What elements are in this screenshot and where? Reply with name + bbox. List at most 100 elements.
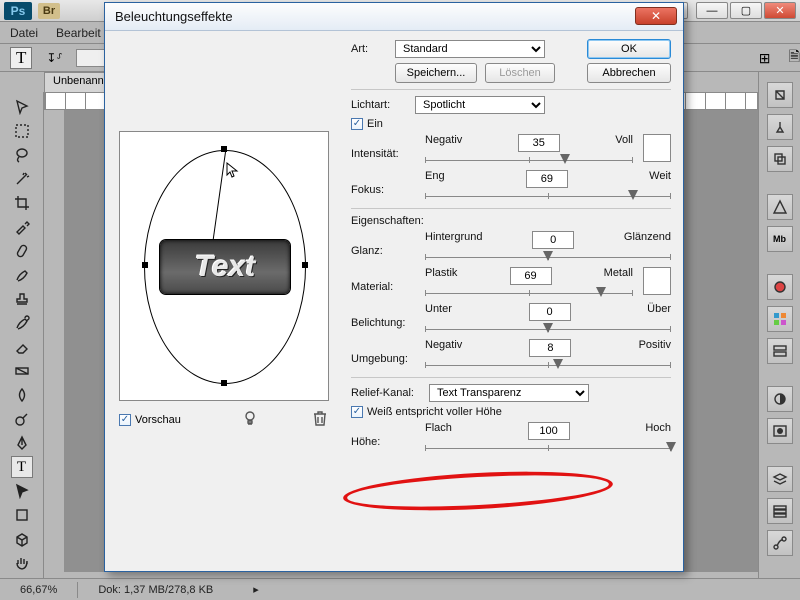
exposure-right-label: Über: [647, 303, 671, 321]
dialog-titlebar[interactable]: Beleuchtungseffekte ✕: [105, 3, 683, 31]
ellipse-handle-s[interactable]: [221, 380, 227, 386]
brush-panel-icon[interactable]: [767, 114, 793, 140]
eraser-tool[interactable]: [11, 336, 33, 358]
trash-icon[interactable]: [311, 409, 329, 430]
material-label: Material:: [351, 267, 415, 293]
texture-channel-combo[interactable]: Text Transparenz: [429, 384, 589, 402]
exposure-left-label: Unter: [425, 303, 452, 321]
white-is-high-label: Weiß entspricht voller Höhe: [367, 406, 502, 418]
light-on-checkbox[interactable]: Ein: [351, 118, 671, 130]
white-is-high-checkbox[interactable]: Weiß entspricht voller Höhe: [351, 406, 671, 418]
dodge-tool[interactable]: [11, 408, 33, 430]
status-expand-icon[interactable]: ▸: [253, 583, 259, 596]
ambience-slider[interactable]: [425, 357, 671, 371]
intensity-value-field[interactable]: [518, 134, 560, 152]
lightbulb-icon[interactable]: [241, 409, 259, 430]
clone-panel-icon[interactable]: [767, 146, 793, 172]
intensity-right-label: Voll: [615, 134, 633, 152]
ellipse-handle-w[interactable]: [142, 262, 148, 268]
app-maximize-button[interactable]: ▢: [730, 2, 762, 19]
swatches-panel-icon[interactable]: [767, 306, 793, 332]
height-slider[interactable]: [425, 440, 671, 454]
dialog-title: Beleuchtungseffekte: [115, 9, 233, 24]
height-left-label: Flach: [425, 422, 452, 440]
type-tool[interactable]: T: [11, 456, 33, 478]
marquee-tool[interactable]: [11, 120, 33, 142]
light-type-combo[interactable]: Spotlicht: [415, 96, 545, 114]
pen-tool[interactable]: [11, 432, 33, 454]
doc-size-info[interactable]: Dok: 1,37 MB/278,8 KB: [98, 584, 213, 596]
preview-box[interactable]: Text: [119, 131, 329, 401]
delete-style-button[interactable]: Löschen: [485, 63, 555, 83]
mb-panel-icon[interactable]: Mb: [767, 226, 793, 252]
material-left-label: Plastik: [425, 267, 457, 285]
color-panel-icon[interactable]: [767, 274, 793, 300]
gloss-slider[interactable]: [425, 249, 671, 263]
styles-panel-icon[interactable]: [767, 338, 793, 364]
move-tool[interactable]: [11, 96, 33, 118]
bridge-badge[interactable]: Br: [38, 3, 60, 19]
brush-tool[interactable]: [11, 264, 33, 286]
layers-panel-icon[interactable]: [767, 466, 793, 492]
screen-mode-icon[interactable]: ⊞: [759, 50, 775, 66]
height-value-field[interactable]: [528, 422, 570, 440]
masks-panel-icon[interactable]: [767, 418, 793, 444]
tool-preset-icon[interactable]: T: [10, 47, 32, 69]
app-close-button[interactable]: ✕: [764, 2, 796, 19]
tools-panel: T: [0, 92, 44, 600]
intensity-color-swatch[interactable]: [643, 134, 671, 162]
material-right-label: Metall: [604, 267, 633, 285]
menu-file[interactable]: Datei: [10, 26, 38, 40]
zoom-level[interactable]: 66,67%: [20, 584, 57, 596]
paths-panel-icon[interactable]: [767, 530, 793, 556]
cancel-button[interactable]: Abbrechen: [587, 63, 671, 83]
preview-checkbox[interactable]: Vorschau: [119, 414, 181, 426]
path-select-tool[interactable]: [11, 480, 33, 502]
ambience-label: Umgebung:: [351, 339, 415, 365]
3d-tool[interactable]: [11, 528, 33, 550]
lighting-effects-dialog: Beleuchtungseffekte ✕ Text: [104, 2, 684, 572]
gloss-left-label: Hintergrund: [425, 231, 482, 249]
history-panel-icon[interactable]: [767, 82, 793, 108]
focus-slider[interactable]: [425, 188, 671, 202]
save-style-button[interactable]: Speichern...: [395, 63, 477, 83]
healing-tool[interactable]: [11, 240, 33, 262]
channels-panel-icon[interactable]: [767, 498, 793, 524]
app-minimize-button[interactable]: —: [696, 2, 728, 19]
style-combo[interactable]: Standard: [395, 40, 545, 58]
dialog-close-button[interactable]: ✕: [635, 7, 677, 25]
intensity-slider[interactable]: [425, 152, 633, 166]
exposure-value-field[interactable]: [529, 303, 571, 321]
ambience-value-field[interactable]: [529, 339, 571, 357]
menu-edit[interactable]: Bearbeit: [56, 26, 101, 40]
right-panels-strip: Mb: [758, 72, 800, 600]
texture-channel-label: Relief-Kanal:: [351, 387, 421, 399]
history-brush-tool[interactable]: [11, 312, 33, 334]
exposure-slider[interactable]: [425, 321, 671, 335]
arrange-docs-icon[interactable]: 🗎: [789, 46, 800, 70]
blur-tool[interactable]: [11, 384, 33, 406]
focus-value-field[interactable]: [526, 170, 568, 188]
material-slider[interactable]: [425, 285, 633, 299]
orientation-toggle-icon[interactable]: ↧⸉: [46, 49, 62, 66]
material-color-swatch[interactable]: [643, 267, 671, 295]
crop-tool[interactable]: [11, 192, 33, 214]
nav-panel-icon[interactable]: [767, 194, 793, 220]
material-value-field[interactable]: [510, 267, 552, 285]
lasso-tool[interactable]: [11, 144, 33, 166]
focus-right-label: Weit: [649, 170, 671, 188]
document-tab[interactable]: Unbenann: [44, 72, 113, 92]
hand-tool[interactable]: [11, 552, 33, 574]
stamp-tool[interactable]: [11, 288, 33, 310]
adjust-panel-icon[interactable]: [767, 386, 793, 412]
ellipse-handle-e[interactable]: [302, 262, 308, 268]
gradient-tool[interactable]: [11, 360, 33, 382]
eyedropper-tool[interactable]: [11, 216, 33, 238]
shape-tool[interactable]: [11, 504, 33, 526]
focus-left-label: Eng: [425, 170, 445, 188]
intensity-left-label: Negativ: [425, 134, 462, 152]
ok-button[interactable]: OK: [587, 39, 671, 59]
wand-tool[interactable]: [11, 168, 33, 190]
gloss-value-field[interactable]: [532, 231, 574, 249]
focus-label: Fokus:: [351, 170, 415, 196]
